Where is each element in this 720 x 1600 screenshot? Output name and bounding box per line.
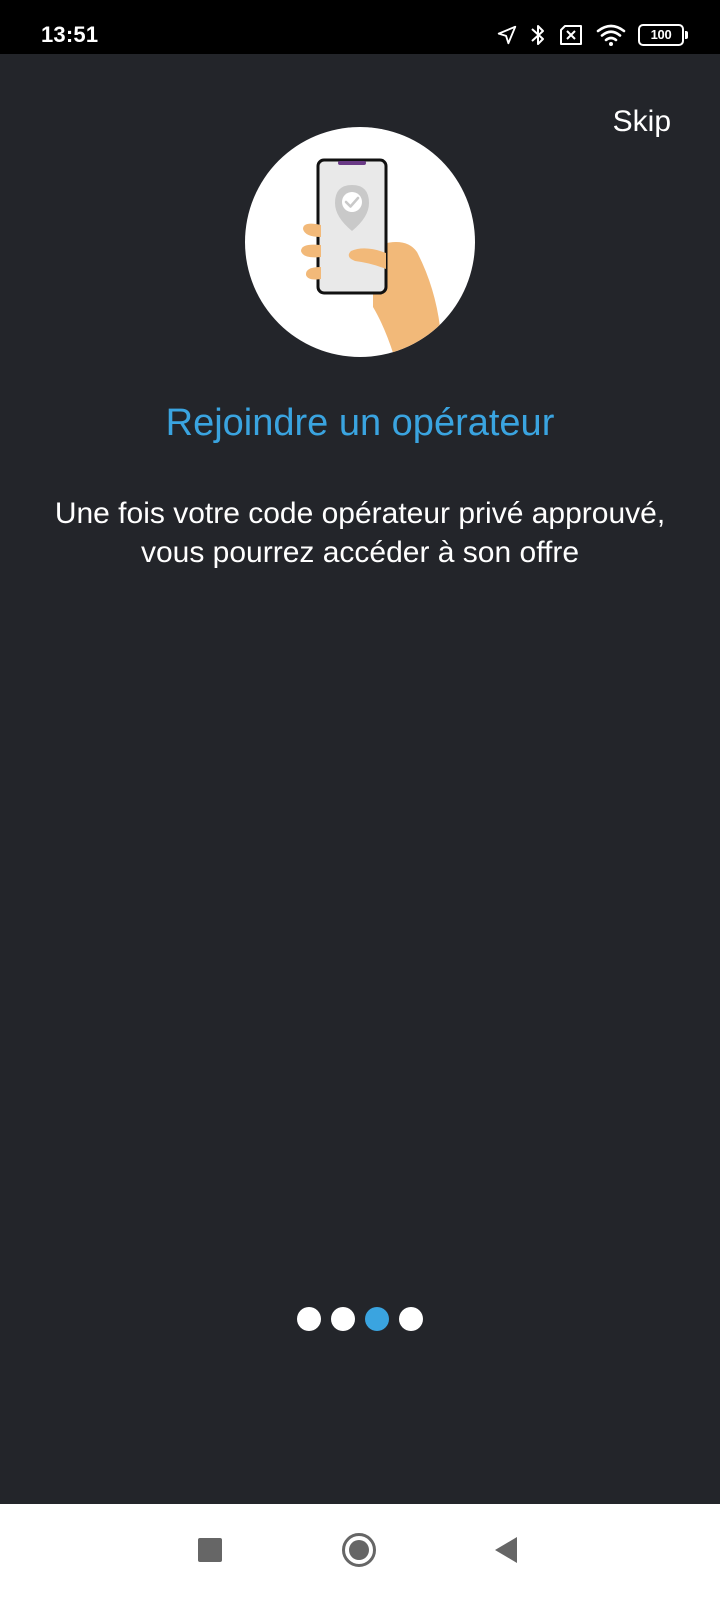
page-dot-1[interactable]: [297, 1307, 321, 1331]
recents-button[interactable]: [190, 1532, 230, 1572]
page-indicator: [0, 1307, 720, 1331]
page-dot-2[interactable]: [331, 1307, 355, 1331]
onboarding-illustration: [245, 127, 475, 357]
battery-icon: 100: [638, 24, 688, 46]
page-dot-4[interactable]: [399, 1307, 423, 1331]
onboarding-screen: Skip Rejoindre un opérateur Une fois vot…: [0, 54, 720, 1504]
status-icons: 100: [496, 20, 688, 50]
location-arrow-icon: [496, 24, 518, 46]
back-triangle-icon: [493, 1536, 519, 1569]
onboarding-description: Une fois votre code opérateur privé appr…: [54, 497, 666, 569]
bluetooth-icon: [530, 23, 546, 47]
onboarding-title: Rejoindre un opérateur: [165, 402, 555, 444]
recents-square-icon: [197, 1537, 223, 1568]
home-button[interactable]: [339, 1532, 379, 1572]
home-circle-icon: [341, 1532, 377, 1573]
wifi-icon: [596, 23, 626, 47]
status-bar: 13:51 100: [0, 0, 720, 54]
navigation-bar: [0, 1504, 720, 1600]
skip-button[interactable]: Skip: [613, 104, 671, 140]
battery-level: 100: [650, 27, 672, 42]
back-button[interactable]: [486, 1532, 526, 1572]
no-sim-icon: [558, 24, 584, 46]
page-dot-3-active[interactable]: [365, 1307, 389, 1331]
status-time: 13:51: [41, 22, 99, 47]
